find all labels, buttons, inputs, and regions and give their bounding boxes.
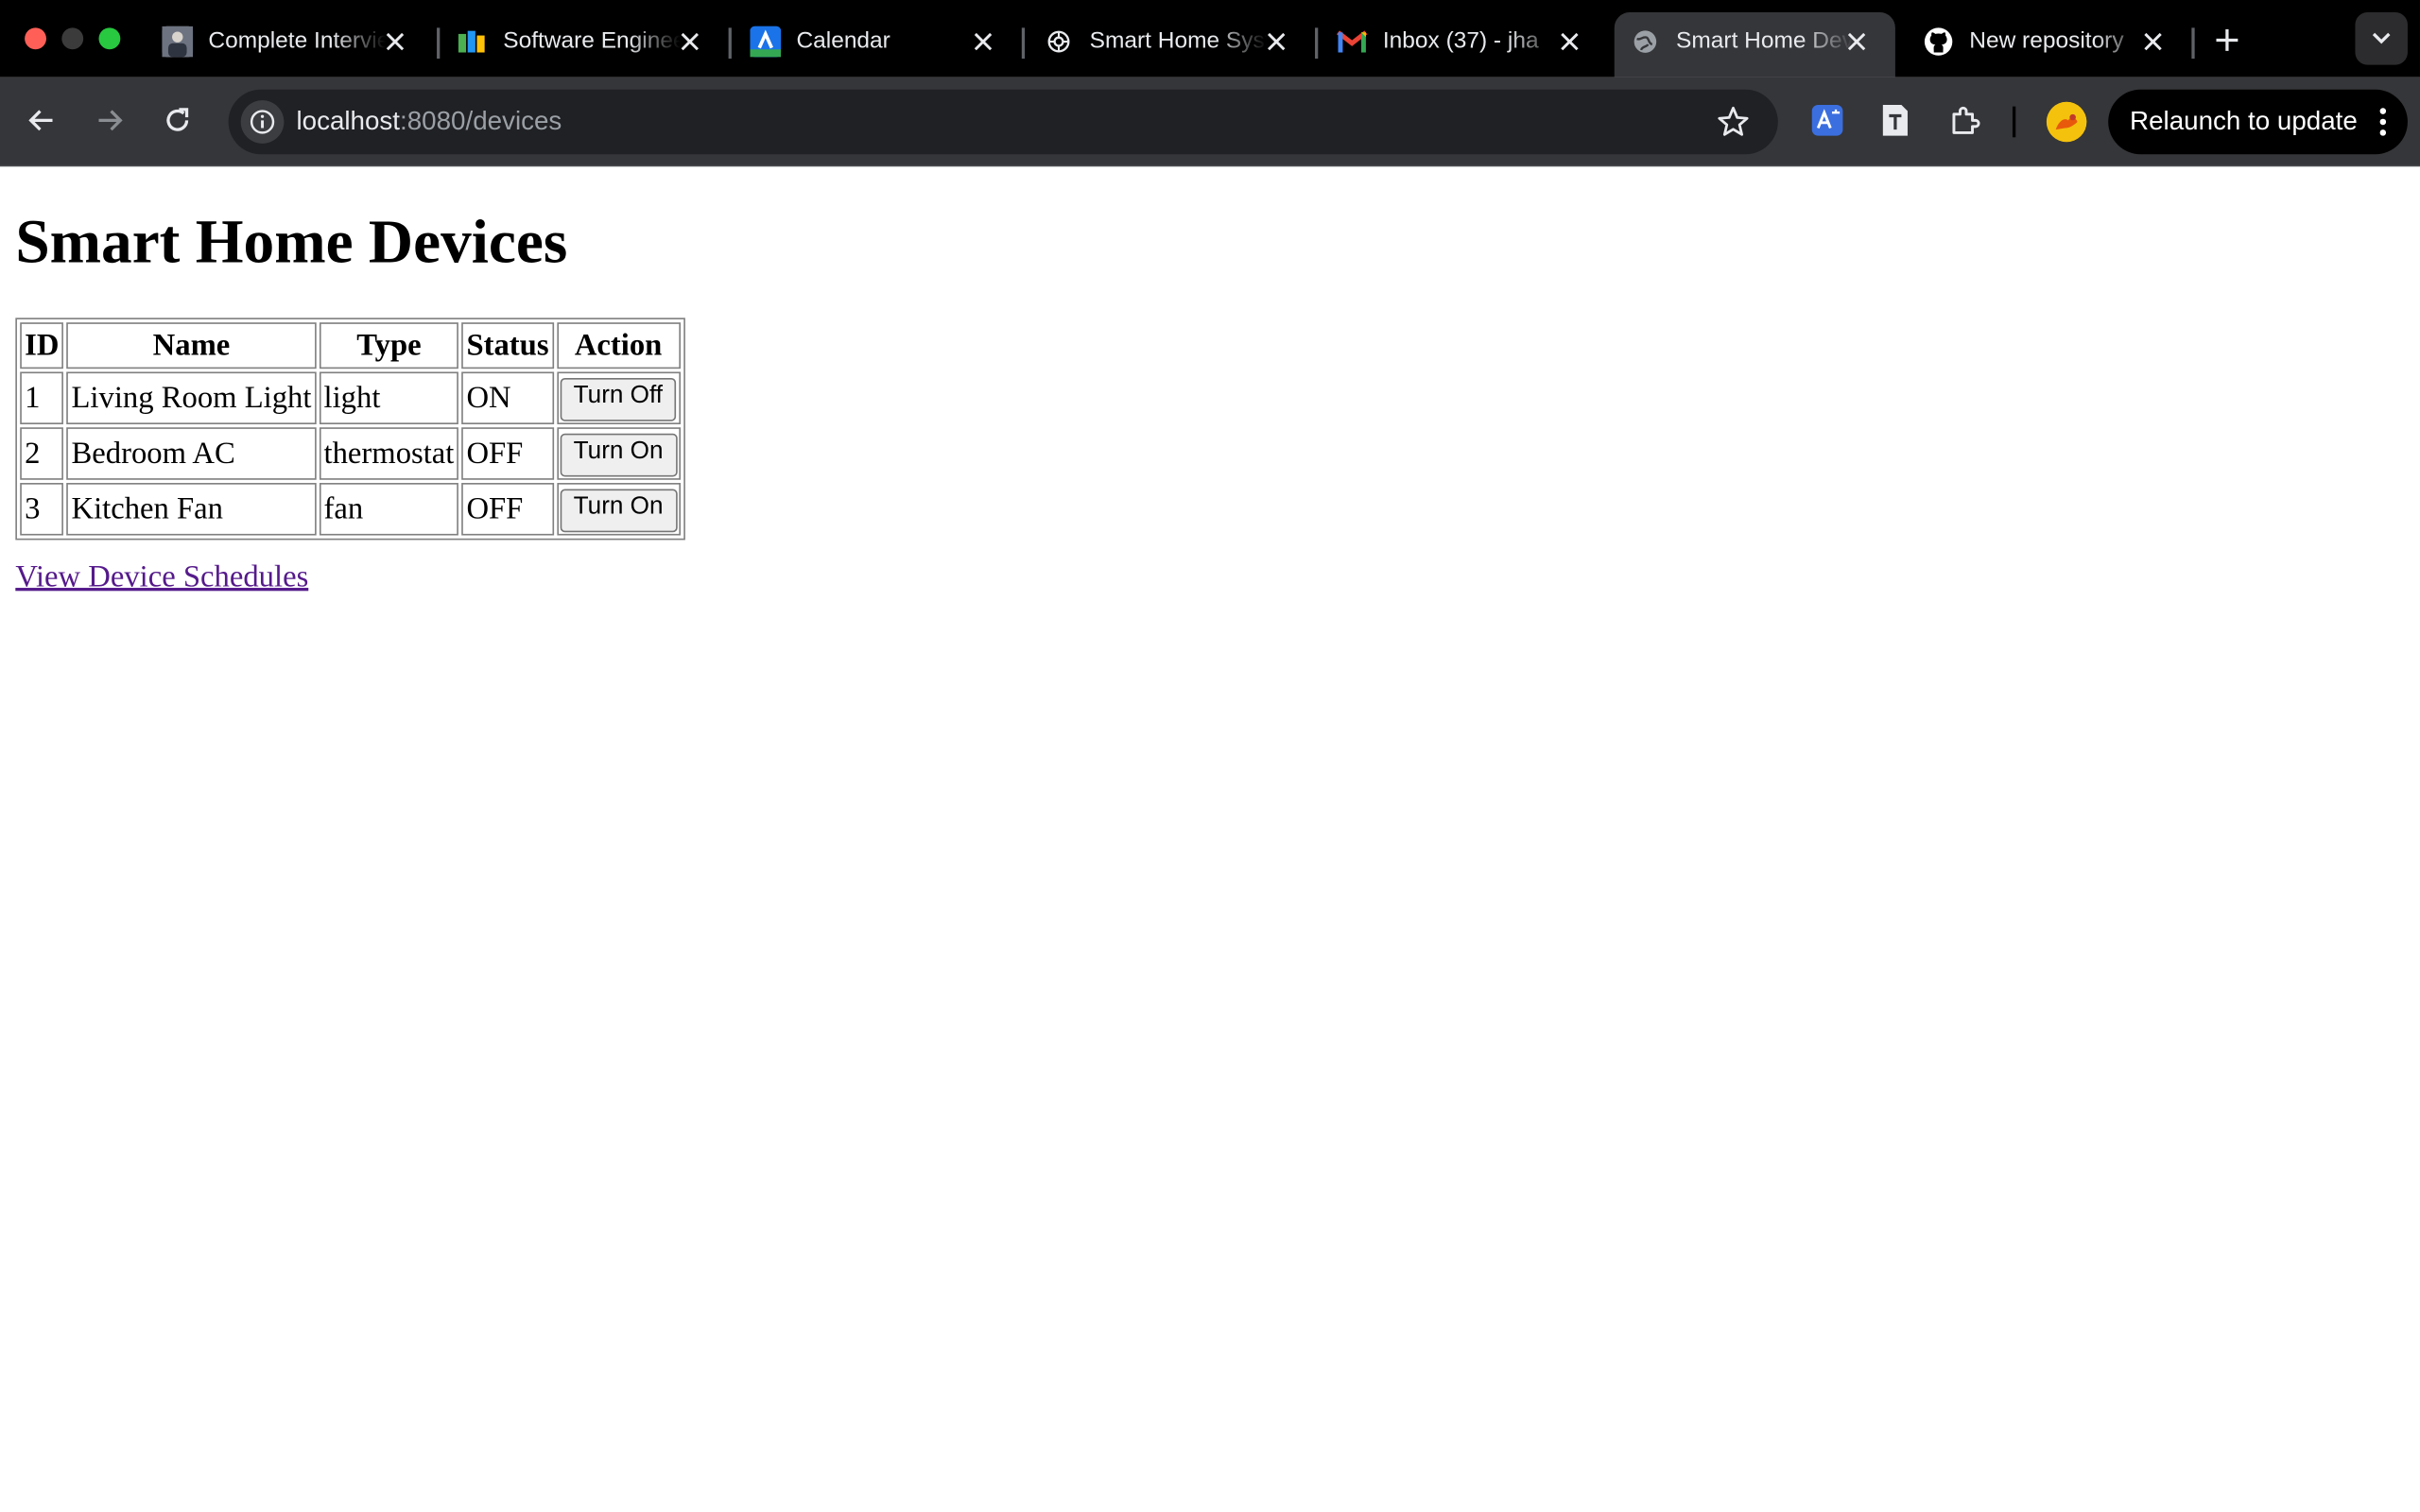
github-icon <box>1923 26 1954 58</box>
gmail-icon <box>1337 26 1368 58</box>
maximize-window-button[interactable] <box>98 27 121 50</box>
column-header-action: Action <box>556 322 681 369</box>
toggle-device-button[interactable]: Turn On <box>559 433 678 477</box>
device-type: light <box>319 371 459 424</box>
tab-separator <box>728 27 732 60</box>
column-header-status: Status <box>461 322 554 369</box>
reload-icon <box>166 108 189 131</box>
tab-title: Complete Interview <box>208 27 386 55</box>
tab-calendar[interactable]: Calendar <box>735 12 1022 77</box>
tab-separator <box>1021 27 1026 60</box>
chevron-down-icon <box>2372 32 2391 44</box>
device-status: ON <box>461 371 554 424</box>
device-name: Bedroom AC <box>66 427 317 480</box>
calendar-app-icon <box>750 26 782 58</box>
reload-button[interactable] <box>158 100 198 140</box>
device-id: 2 <box>20 427 64 480</box>
toggle-device-button[interactable]: Turn On <box>559 489 678 533</box>
minimize-window-button[interactable] <box>61 27 84 50</box>
device-id: 3 <box>20 483 64 536</box>
tab-title: Calendar <box>796 27 890 55</box>
arrow-left-icon <box>28 110 53 131</box>
tab-title: Smart Home Devices <box>1676 27 1854 55</box>
table-row: 1 Living Room Light light ON Turn Off <box>20 371 681 424</box>
tab-separator <box>1315 27 1319 60</box>
tab-strip: Complete Interview Software Engineering … <box>0 0 2420 77</box>
user-photo-icon <box>162 26 194 58</box>
device-id: 1 <box>20 371 64 424</box>
table-header-row: ID Name Type Status Action <box>20 322 681 369</box>
table-row: 3 Kitchen Fan fan OFF Turn On <box>20 483 681 536</box>
device-name: Living Room Light <box>66 371 317 424</box>
tab-new-repository[interactable]: New repository <box>1908 12 2191 77</box>
device-action-cell: Turn On <box>556 483 681 536</box>
view-schedules-link[interactable]: View Device Schedules <box>15 560 308 596</box>
close-tab-icon[interactable] <box>2136 25 2170 59</box>
avatar[interactable] <box>2046 101 2087 143</box>
relaunch-label: Relaunch to update <box>2130 106 2358 136</box>
globe-icon <box>1630 26 1661 58</box>
close-window-button[interactable] <box>25 27 46 50</box>
new-tab-button[interactable] <box>2207 20 2247 60</box>
toggle-device-button[interactable]: Turn Off <box>559 378 677 421</box>
close-tab-icon[interactable] <box>966 25 1000 59</box>
table-row: 2 Bedroom AC thermostat OFF Turn On <box>20 427 681 480</box>
device-type: thermostat <box>319 427 459 480</box>
column-header-type: Type <box>319 322 459 369</box>
column-header-id: ID <box>20 322 64 369</box>
back-button[interactable] <box>22 100 61 140</box>
column-header-name: Name <box>66 322 317 369</box>
site-info-icon[interactable] <box>240 100 285 144</box>
url-text: localhost:8080/devices <box>296 105 562 139</box>
close-tab-icon[interactable] <box>378 25 412 59</box>
address-bar[interactable]: localhost:8080/devices <box>228 89 1778 155</box>
tab-title: Smart Home System <box>1089 27 1268 55</box>
tab-smart-home-devices[interactable]: Smart Home Devices <box>1614 12 1895 77</box>
tab-title: Inbox (37) - jha <box>1382 27 1539 55</box>
page-title: Smart Home Devices <box>15 206 568 277</box>
forward-button[interactable] <box>90 100 130 140</box>
close-tab-icon[interactable] <box>1840 25 1874 59</box>
close-tab-icon[interactable] <box>673 25 707 59</box>
text-extension-icon[interactable] <box>1876 100 1915 140</box>
url-path: :8080/devices <box>400 106 562 136</box>
page-content: Smart Home Devices ID Name Type Status A… <box>0 166 2420 1512</box>
close-tab-icon[interactable] <box>1259 25 1293 59</box>
more-vertical-icon[interactable] <box>2379 107 2387 138</box>
devices-table: ID Name Type Status Action 1 Living Room… <box>15 318 685 541</box>
close-tab-icon[interactable] <box>1552 25 1586 59</box>
plus-icon <box>2216 29 2238 51</box>
tab-separator <box>437 27 441 60</box>
device-status: OFF <box>461 483 554 536</box>
openai-icon <box>1044 26 1075 58</box>
arrow-right-icon <box>98 110 123 131</box>
tab-title: Software Engineering <box>503 27 681 55</box>
device-status: OFF <box>461 427 554 480</box>
device-action-cell: Turn Off <box>556 371 681 424</box>
device-name: Kitchen Fan <box>66 483 317 536</box>
relaunch-button[interactable]: Relaunch to update <box>2108 89 2408 155</box>
url-host: localhost <box>296 106 401 136</box>
translate-extension-icon[interactable] <box>1807 100 1847 140</box>
tab-title: New repository <box>1969 27 2124 55</box>
device-type: fan <box>319 483 459 536</box>
tab-search-button[interactable] <box>2355 12 2408 65</box>
bookmark-star-icon[interactable] <box>1717 105 1751 139</box>
tab-gmail-inbox[interactable]: Inbox (37) - jha <box>1322 12 1609 77</box>
extensions-puzzle-icon[interactable] <box>1945 100 1984 140</box>
device-action-cell: Turn On <box>556 427 681 480</box>
toolbar-separator <box>2012 106 2016 138</box>
tab-software-engineering[interactable]: Software Engineering <box>441 12 729 77</box>
tab-smart-home-system[interactable]: Smart Home System <box>1028 12 1315 77</box>
tab-complete-interview[interactable]: Complete Interview <box>147 12 434 77</box>
browser-toolbar: localhost:8080/devices Relaunch to updat… <box>0 77 2420 167</box>
books-icon <box>457 26 488 58</box>
tab-separator <box>2191 27 2195 60</box>
